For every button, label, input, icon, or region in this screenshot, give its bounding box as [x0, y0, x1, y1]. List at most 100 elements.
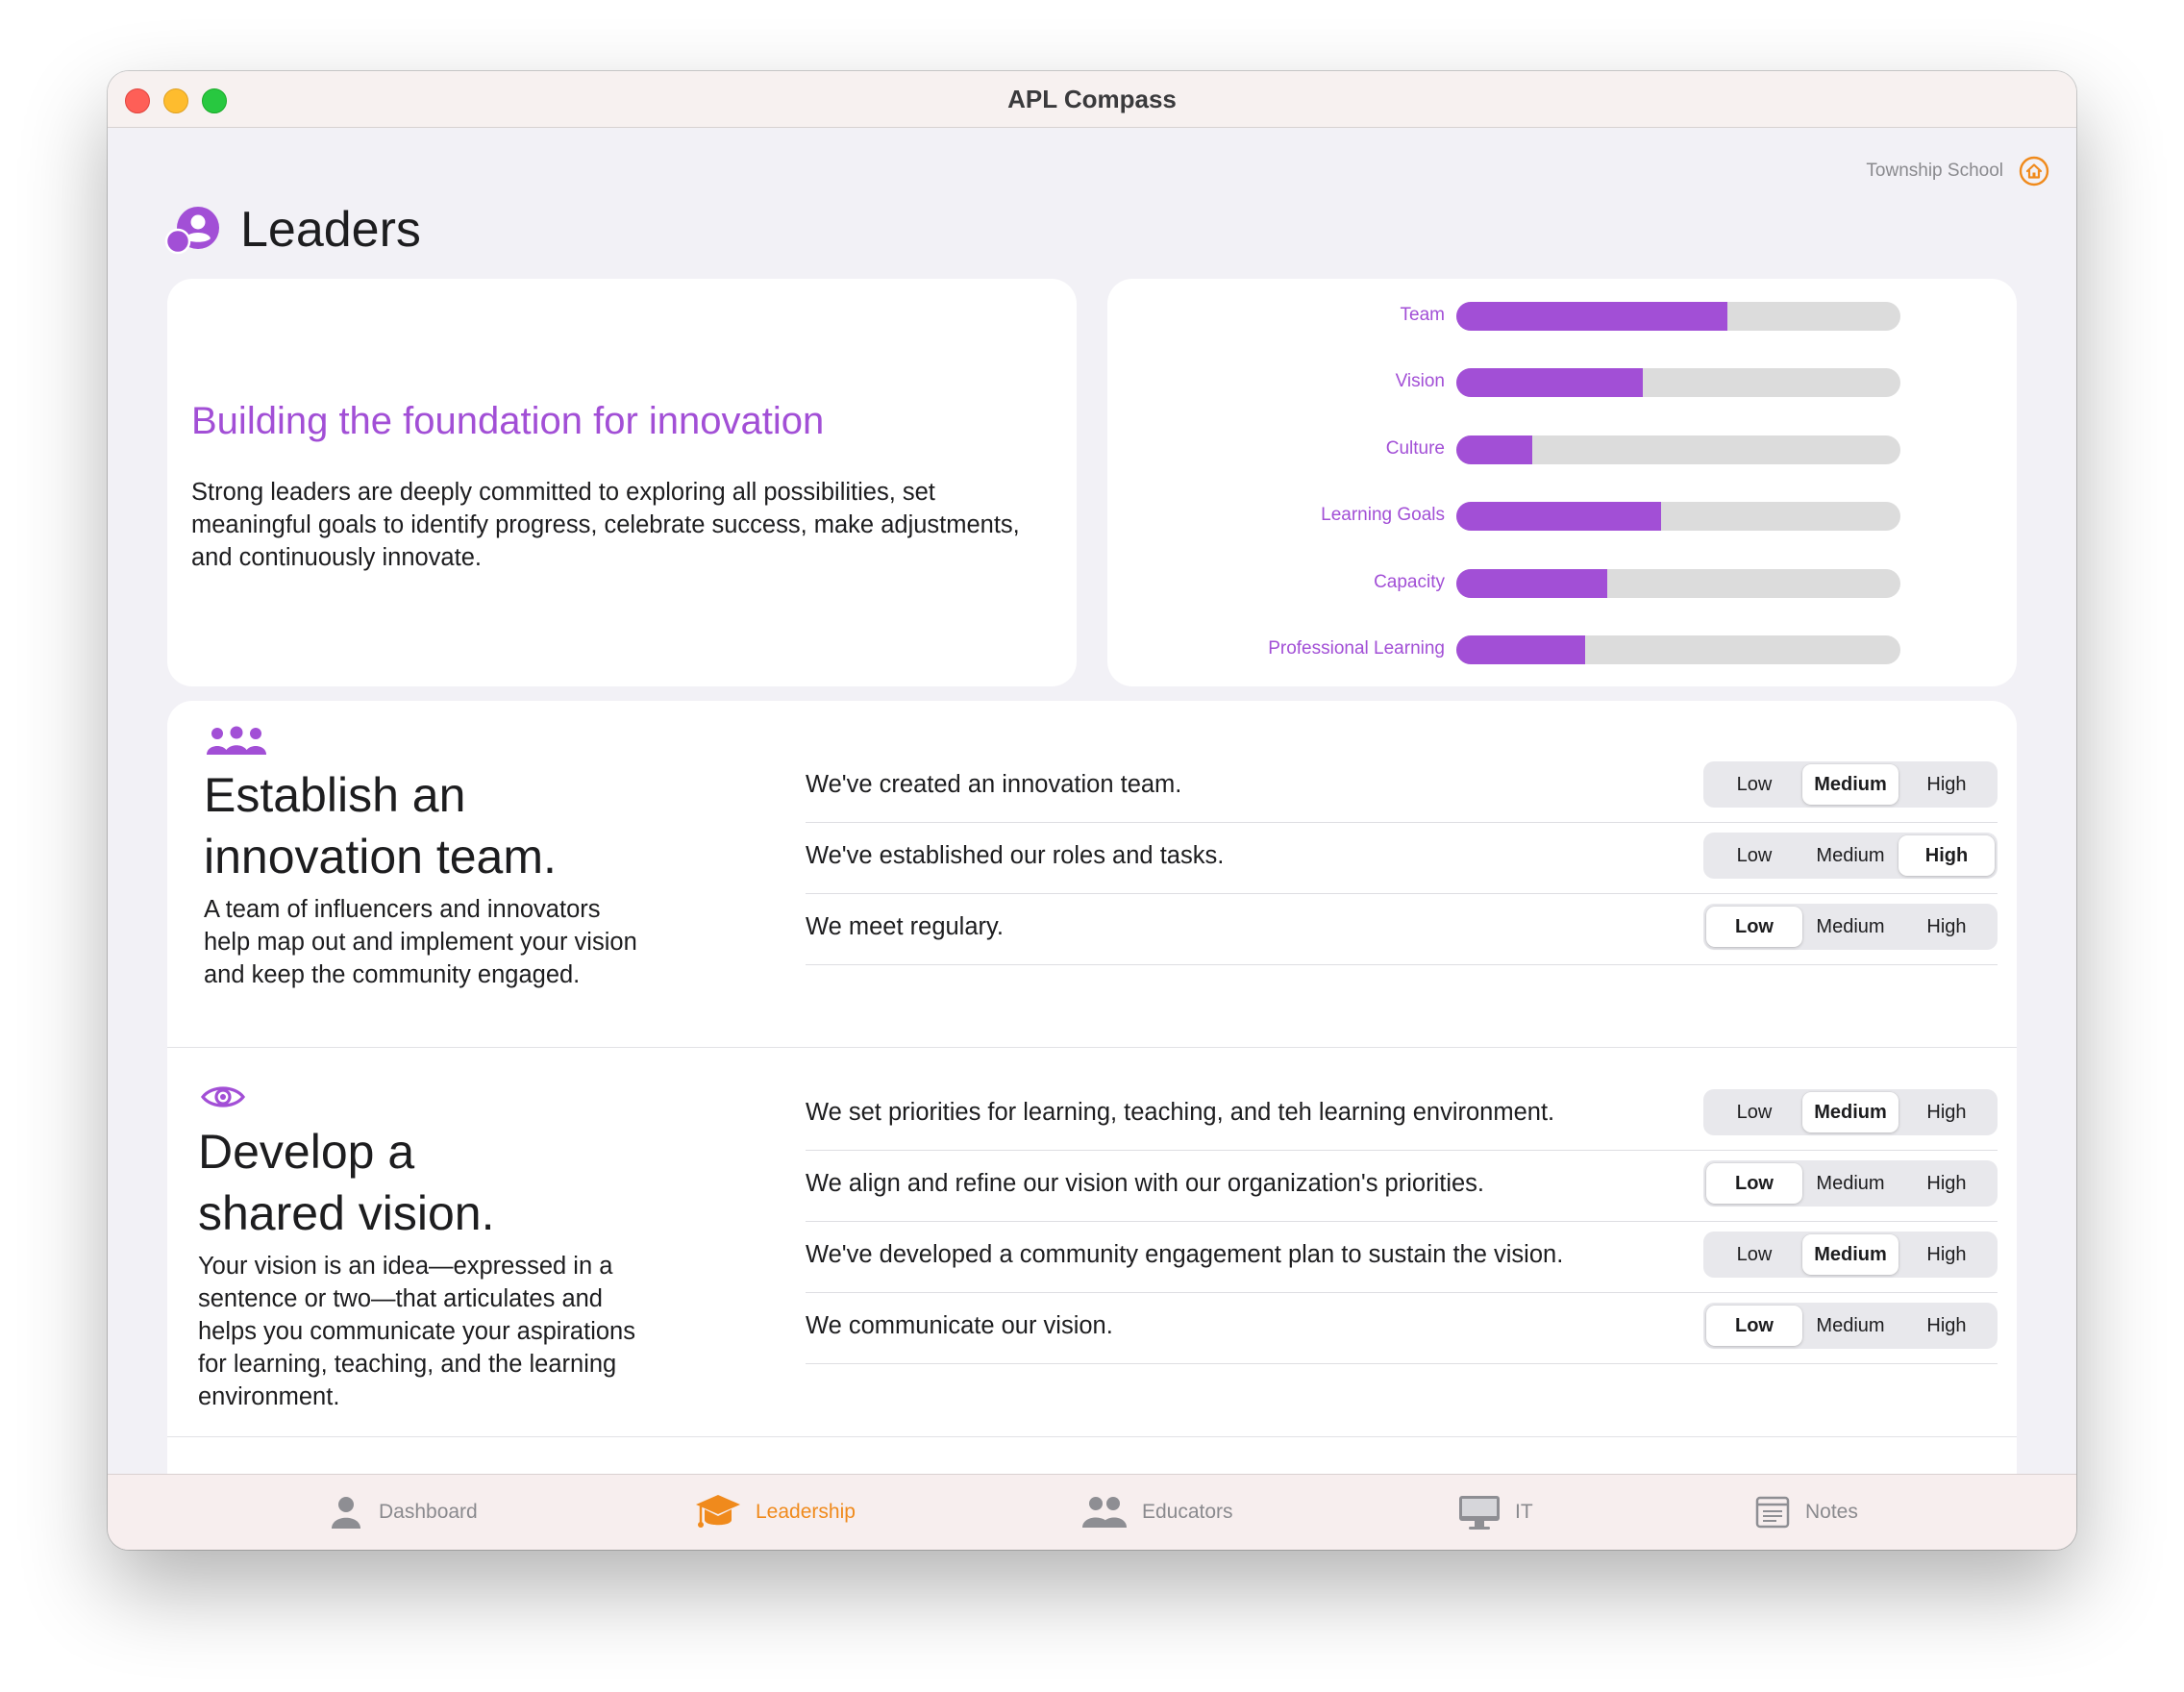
progress-fill	[1456, 435, 1532, 464]
desktop-icon	[1459, 1496, 1500, 1530]
assessment-item: We communicate our vision. Low Medium High	[806, 1292, 1998, 1364]
rating-option-medium[interactable]: Medium	[1802, 907, 1899, 947]
progress-card: Team Vision Culture Learning Goals Capac…	[1107, 279, 2017, 686]
rating-option-high[interactable]: High	[1899, 764, 1995, 805]
rating-option-high[interactable]: High	[1899, 907, 1995, 947]
title-bar: APL Compass	[108, 71, 2076, 128]
section-description: Your vision is an idea—expressed in a se…	[198, 1253, 635, 1410]
window-title: APL Compass	[1007, 85, 1177, 113]
rating-option-high[interactable]: High	[1899, 1092, 1995, 1132]
intro-body: Strong leaders are deeply committed to e…	[191, 479, 1020, 571]
tab-label: Dashboard	[379, 1501, 478, 1523]
progress-track	[1456, 635, 1900, 664]
rating-option-low[interactable]: Low	[1706, 907, 1802, 947]
school-selector[interactable]: Township School	[1866, 154, 2049, 188]
section-title: Develop a shared vision.	[198, 1121, 679, 1244]
person-icon	[332, 1497, 360, 1529]
assessment-item: We set priorities for learning, teaching…	[806, 1079, 1998, 1151]
progress-track	[1456, 368, 1900, 397]
rating-control[interactable]: Low Medium High	[1703, 1232, 1998, 1278]
rating-control[interactable]: Low Medium High	[1703, 904, 1998, 950]
progress-fill	[1456, 569, 1608, 598]
rating-option-low[interactable]: Low	[1706, 1163, 1802, 1204]
section-title-line: innovation team.	[204, 830, 557, 883]
progress-fill	[1456, 502, 1661, 531]
progress-label: Learning Goals	[1321, 505, 1445, 525]
progress-fill	[1456, 302, 1727, 331]
tab-leadership[interactable]: Leadership	[694, 1475, 856, 1550]
tab-notes[interactable]: Notes	[1753, 1475, 1858, 1550]
rating-option-medium[interactable]: Medium	[1802, 1234, 1899, 1275]
tab-label: Educators	[1142, 1501, 1233, 1523]
graduation-cap-icon	[696, 1495, 740, 1528]
assessment-text: We've created an innovation team.	[806, 771, 1182, 798]
assessment-item: We've established our roles and tasks. L…	[806, 822, 1998, 894]
rating-option-medium[interactable]: Medium	[1802, 1092, 1899, 1132]
section-title: Establish an innovation team.	[204, 764, 684, 887]
assessment-text: We meet regulary.	[806, 913, 1004, 940]
leaders-icon	[164, 207, 219, 255]
rating-option-medium[interactable]: Medium	[1802, 1306, 1899, 1346]
rating-control[interactable]: Low Medium High	[1703, 1089, 1998, 1135]
page-title: Leaders	[240, 202, 421, 258]
progress-row: Team	[1107, 300, 2017, 333]
people-group-icon	[207, 726, 266, 755]
progress-fill	[1456, 368, 1644, 397]
progress-fill	[1456, 635, 1585, 664]
rating-control[interactable]: Low Medium High	[1703, 1160, 1998, 1207]
tab-dashboard[interactable]: Dashboard	[327, 1475, 478, 1550]
tab-label: IT	[1515, 1501, 1533, 1523]
progress-row: Vision	[1107, 366, 2017, 399]
progress-track	[1456, 302, 1900, 331]
rating-option-low[interactable]: Low	[1706, 764, 1802, 805]
assessment-text: We've established our roles and tasks.	[806, 842, 1225, 869]
page-header: Leaders	[161, 187, 421, 273]
notes-icon	[1755, 1496, 1790, 1529]
rating-option-high[interactable]: High	[1899, 1306, 1995, 1346]
section-innovation-team: Establish an innovation team. A team of …	[167, 701, 2017, 1047]
rating-option-medium[interactable]: Medium	[1802, 1163, 1899, 1204]
rating-option-high[interactable]: High	[1899, 1234, 1995, 1275]
sections-panel: Establish an innovation team. A team of …	[167, 701, 2017, 1550]
assessment-item: We've created an innovation team. Low Med…	[806, 751, 1998, 823]
tab-it[interactable]: IT	[1457, 1475, 1533, 1550]
rating-control[interactable]: Low Medium High	[1703, 833, 1998, 879]
progress-track	[1456, 569, 1900, 598]
rating-control[interactable]: Low Medium High	[1703, 1303, 1998, 1349]
progress-label: Culture	[1385, 438, 1445, 459]
progress-track	[1456, 435, 1900, 464]
section-title-line: Develop a	[198, 1125, 415, 1179]
assessment-text: We communicate our vision.	[806, 1312, 1113, 1339]
rating-option-low[interactable]: Low	[1706, 1306, 1802, 1346]
rating-option-medium[interactable]: Medium	[1802, 835, 1899, 876]
eye-icon	[200, 1086, 246, 1107]
intro-heading: Building the foundation for innovation	[191, 400, 825, 442]
section-title-line: shared vision.	[198, 1186, 495, 1240]
school-name: Township School	[1866, 161, 2003, 181]
progress-row: Learning Goals	[1107, 500, 2017, 533]
assessment-item: We meet regulary. Low Medium High	[806, 893, 1998, 965]
assessment-item: We align and refine our vision with our …	[806, 1150, 1998, 1222]
progress-label: Capacity	[1374, 572, 1445, 592]
rating-option-low[interactable]: Low	[1706, 1234, 1802, 1275]
progress-track	[1456, 502, 1900, 531]
section-shared-vision: Develop a shared vision. Your vision is …	[167, 1048, 2017, 1436]
tab-educators[interactable]: Educators	[1080, 1475, 1233, 1550]
rating-option-high[interactable]: High	[1899, 835, 1995, 876]
assessment-item: We've developed a community engagement p…	[806, 1221, 1998, 1293]
progress-row: Culture	[1107, 434, 2017, 466]
assessment-text: We align and refine our vision with our …	[806, 1170, 1485, 1197]
progress-row: Professional Learning	[1107, 634, 2017, 666]
rating-option-low[interactable]: Low	[1706, 835, 1802, 876]
tab-label: Notes	[1805, 1501, 1858, 1523]
progress-label: Team	[1400, 305, 1445, 325]
rating-option-medium[interactable]: Medium	[1802, 764, 1899, 805]
tab-label: Leadership	[756, 1501, 856, 1523]
rating-control[interactable]: Low Medium High	[1703, 761, 1998, 808]
rating-option-low[interactable]: Low	[1706, 1092, 1802, 1132]
app-window: APL Compass Township School Leaders Buil…	[108, 71, 2076, 1550]
progress-row: Capacity	[1107, 567, 2017, 600]
rating-option-high[interactable]: High	[1899, 1163, 1995, 1204]
tab-bar: Dashboard Leadership Educators IT Notes	[108, 1474, 2076, 1550]
home-icon[interactable]	[2019, 156, 2049, 187]
